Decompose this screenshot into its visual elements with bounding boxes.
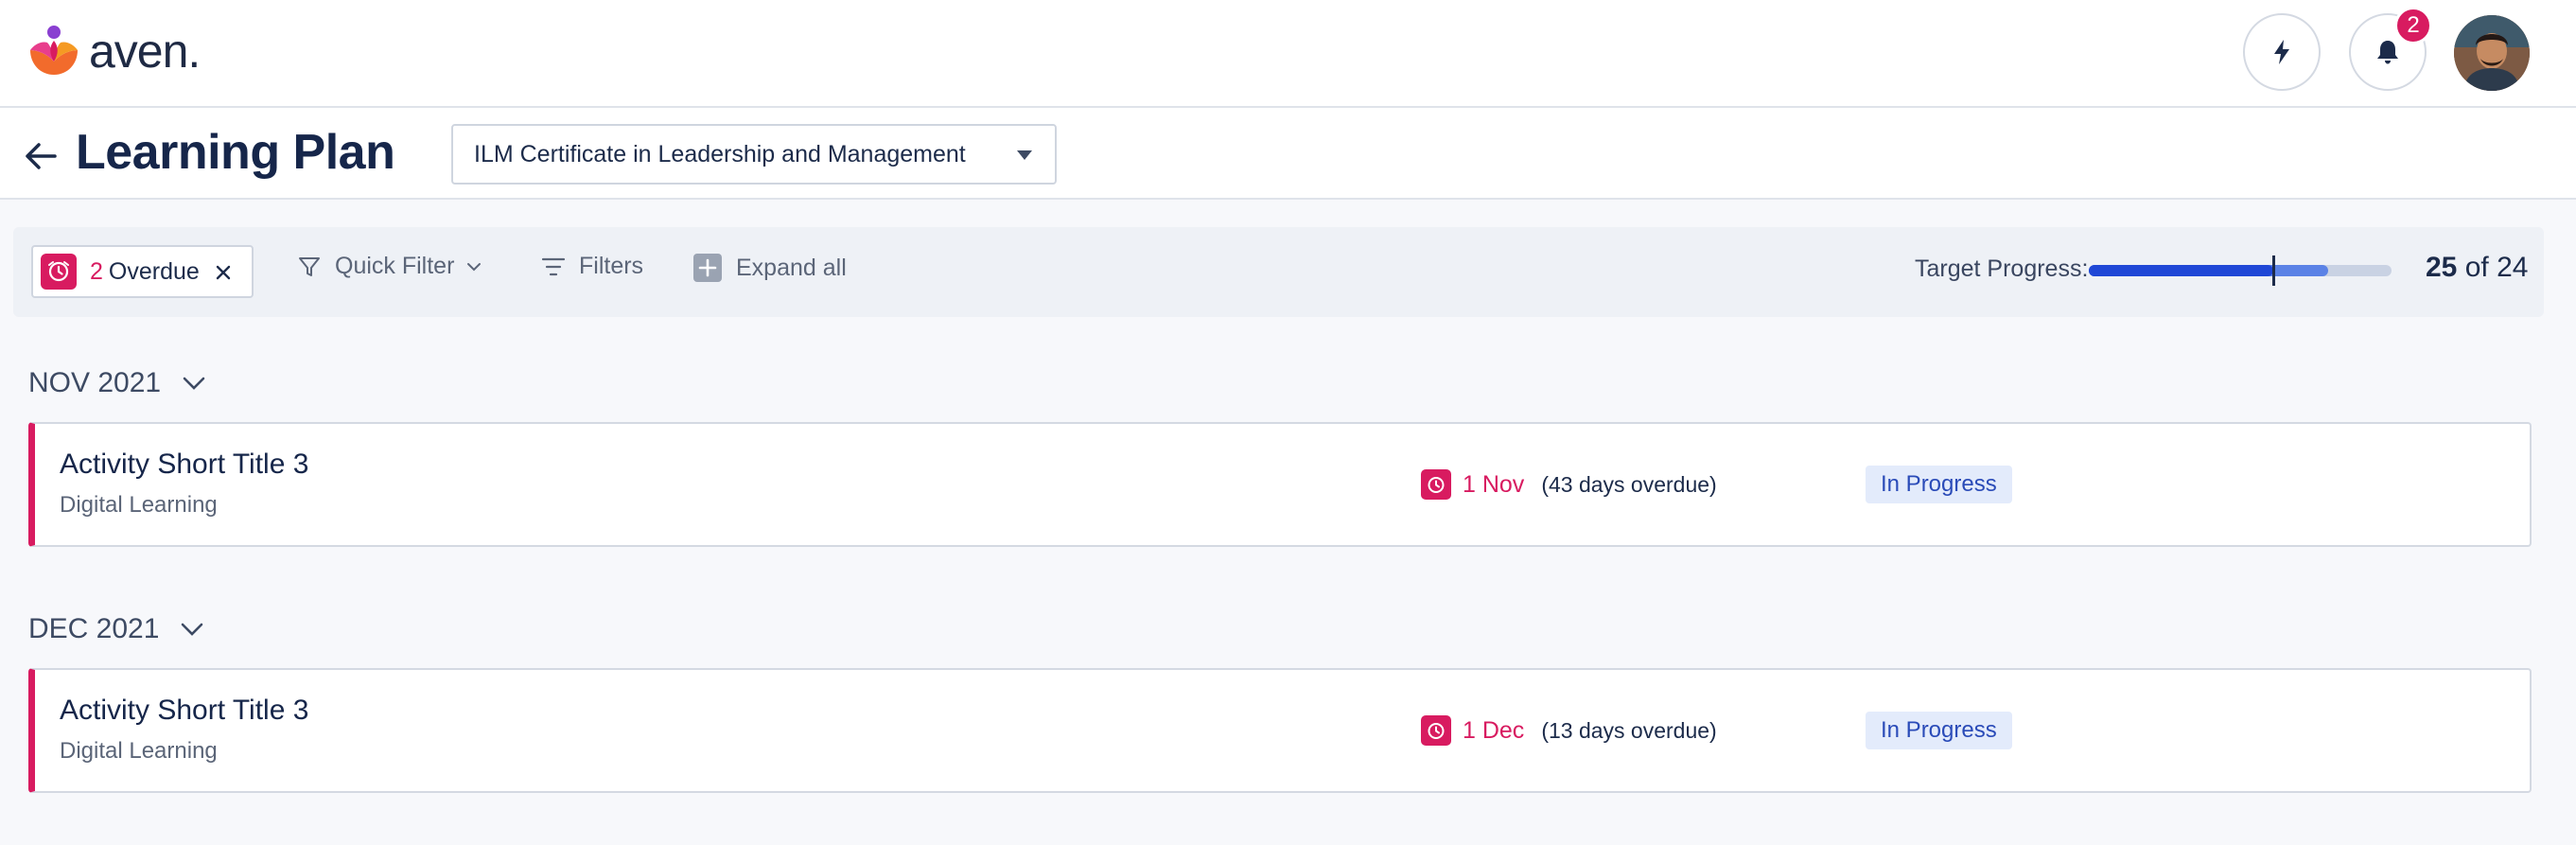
bell-icon: [2377, 41, 2398, 64]
quick-filter-label: Quick Filter: [335, 253, 455, 279]
activity-title: Activity Short Title 3: [60, 449, 309, 480]
target-progress-marker: [2272, 255, 2276, 286]
target-progress-value: 25 of 24: [2426, 252, 2528, 284]
caret-down-icon: [1017, 150, 1032, 160]
group-header-dec-2021[interactable]: DEC 2021: [28, 613, 204, 645]
target-progress-label: Target Progress:: [1915, 255, 2089, 282]
top-bar: aven. 2: [0, 0, 2576, 108]
target-progress-fill: [2089, 265, 2274, 276]
page-header: Learning Plan ILM Certificate in Leaders…: [0, 108, 2576, 200]
filter-bar: 2 Overdue Quick Filter Filters Expand al…: [13, 227, 2544, 317]
group-title: DEC 2021: [28, 613, 160, 644]
activity-type: Digital Learning: [60, 738, 218, 764]
activity-type: Digital Learning: [60, 492, 218, 518]
activity-overdue-text: (43 days overdue): [1541, 471, 1717, 497]
aven-logo-icon: [30, 26, 78, 75]
brand-logo[interactable]: aven.: [26, 23, 201, 79]
notification-count-badge: 2: [2394, 7, 2432, 44]
filters-button[interactable]: Filters: [541, 253, 643, 280]
activity-due-date: 1 Nov: [1463, 470, 1525, 498]
target-progress-total: 24: [2497, 252, 2529, 283]
avatar-photo-icon: [2454, 15, 2530, 91]
plus-square-icon: [693, 254, 722, 282]
close-icon[interactable]: [216, 265, 231, 280]
activity-title: Activity Short Title 3: [60, 695, 309, 726]
filter-lines-icon: [541, 257, 566, 275]
user-avatar[interactable]: [2454, 15, 2530, 91]
activity-due: 1 Dec (13 days overdue): [1421, 715, 1717, 746]
activity-due: 1 Nov (43 days overdue): [1421, 469, 1717, 500]
group-header-nov-2021[interactable]: NOV 2021: [28, 367, 206, 399]
clock-icon: [41, 254, 77, 290]
activity-due-date: 1 Dec: [1463, 716, 1525, 744]
overdue-count: 2: [90, 257, 103, 285]
funnel-icon: [299, 256, 320, 276]
status-badge: In Progress: [1866, 466, 2012, 503]
page-title: Learning Plan: [76, 125, 395, 180]
target-progress-current: 25: [2426, 252, 2458, 283]
expand-all-button[interactable]: Expand all: [692, 253, 847, 283]
chevron-down-icon: [467, 262, 482, 271]
clock-icon: [1421, 469, 1451, 500]
target-progress-of: of: [2464, 252, 2489, 283]
clock-icon: [1421, 715, 1451, 746]
status-badge: In Progress: [1866, 712, 2012, 749]
lightning-icon: [2274, 40, 2289, 64]
learning-plan-select-value: ILM Certificate in Leadership and Manage…: [474, 140, 966, 167]
target-progress-bar: [2089, 255, 2392, 286]
group-title: NOV 2021: [28, 367, 162, 398]
chevron-down-icon: [183, 377, 205, 390]
activity-card[interactable]: Activity Short Title 3 Digital Learning …: [28, 422, 2532, 547]
overdue-label: Overdue: [108, 257, 200, 285]
expand-all-label: Expand all: [736, 254, 847, 281]
learning-plan-select[interactable]: ILM Certificate in Leadership and Manage…: [451, 124, 1057, 185]
activity-overdue-text: (13 days overdue): [1541, 717, 1717, 743]
overdue-filter-chip[interactable]: 2 Overdue: [31, 245, 254, 298]
filters-label: Filters: [579, 253, 644, 279]
quick-filter-button[interactable]: Quick Filter: [297, 253, 482, 280]
brand-wordmark: aven.: [89, 25, 201, 78]
arrow-left-icon[interactable]: [23, 138, 59, 174]
quick-action-button[interactable]: [2243, 13, 2321, 91]
activity-card[interactable]: Activity Short Title 3 Digital Learning …: [28, 668, 2532, 793]
chevron-down-icon: [182, 623, 203, 636]
